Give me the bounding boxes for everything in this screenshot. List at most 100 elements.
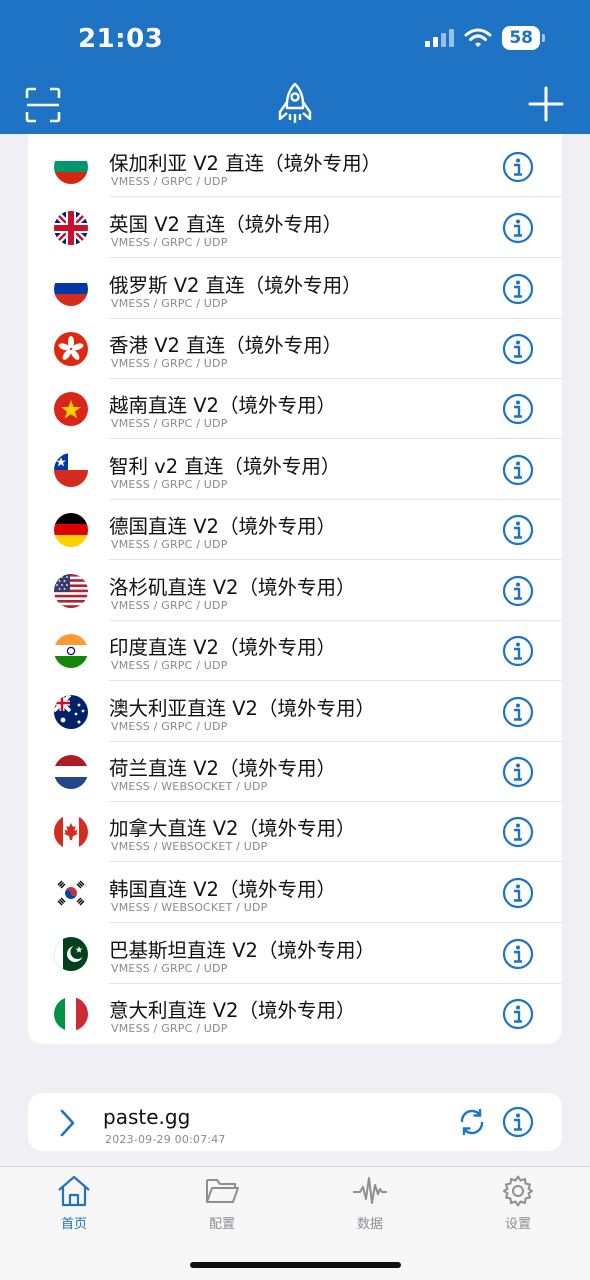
tab-settings[interactable]: 设置	[473, 1175, 563, 1232]
info-icon[interactable]	[502, 514, 534, 546]
server-name: 俄罗斯 V2 直连（境外专用）	[109, 274, 362, 297]
server-row[interactable]: 英国 V2 直连（境外专用） VMESS / GRPC / UDP	[28, 198, 562, 258]
canada-flag-icon	[54, 815, 88, 849]
row-divider	[109, 680, 562, 681]
server-name: 意大利直连 V2（境外专用）	[109, 999, 356, 1022]
refresh-icon[interactable]	[458, 1108, 486, 1136]
chile-flag-icon	[54, 453, 88, 487]
subscription-updated-time: 2023-09-29 00:07:47	[105, 1133, 226, 1146]
server-protocol: VMESS / GRPC / UDP	[111, 417, 228, 430]
server-name: 荷兰直连 V2（境外专用）	[109, 757, 336, 780]
chevron-right-icon[interactable]	[58, 1108, 78, 1138]
server-row[interactable]: 加拿大直连 V2（境外专用） VMESS / WEBSOCKET / UDP	[28, 802, 562, 862]
info-icon[interactable]	[502, 635, 534, 667]
subscription-group[interactable]: paste.gg 2023-09-29 00:07:47	[28, 1093, 562, 1151]
server-row[interactable]: 澳大利亚直连 V2（境外专用） VMESS / GRPC / UDP	[28, 682, 562, 742]
info-icon[interactable]	[502, 696, 534, 728]
tab-label: 首页	[60, 1217, 87, 1232]
server-protocol: VMESS / WEBSOCKET / UDP	[111, 840, 268, 853]
server-row[interactable]: 洛杉矶直连 V2（境外专用） VMESS / GRPC / UDP	[28, 561, 562, 621]
server-name: 德国直连 V2（境外专用）	[109, 515, 336, 538]
server-name: 香港 V2 直连（境外专用）	[109, 334, 343, 357]
server-name: 澳大利亚直连 V2（境外专用）	[109, 697, 375, 720]
info-icon[interactable]	[502, 151, 534, 183]
info-icon[interactable]	[502, 333, 534, 365]
server-row[interactable]: 韩国直连 V2（境外专用） VMESS / WEBSOCKET / UDP	[28, 863, 562, 923]
server-protocol: VMESS / GRPC / UDP	[111, 357, 228, 370]
app-header: 21:03 58	[0, 0, 590, 134]
status-time: 21:03	[78, 24, 164, 54]
info-icon[interactable]	[502, 575, 534, 607]
scan-icon	[25, 87, 61, 123]
server-protocol: VMESS / WEBSOCKET / UDP	[111, 780, 268, 793]
info-icon[interactable]	[502, 816, 534, 848]
server-name: 智利 v2 直连（境外专用）	[109, 455, 341, 478]
info-icon[interactable]	[502, 998, 534, 1030]
server-protocol: VMESS / GRPC / UDP	[111, 236, 228, 249]
server-protocol: VMESS / GRPC / UDP	[111, 175, 228, 188]
info-icon[interactable]	[502, 877, 534, 909]
server-row[interactable]: 智利 v2 直连（境外专用） VMESS / GRPC / UDP	[28, 440, 562, 500]
server-name: 洛杉矶直连 V2（境外专用）	[109, 576, 356, 599]
india-flag-icon	[54, 634, 88, 668]
row-divider	[109, 257, 562, 258]
connect-rocket-button[interactable]	[276, 82, 314, 126]
germany-flag-icon	[54, 513, 88, 547]
server-name: 巴基斯坦直连 V2（境外专用）	[109, 939, 375, 962]
server-row[interactable]: 巴基斯坦直连 V2（境外专用） VMESS / GRPC / UDP	[28, 924, 562, 984]
pulse-icon	[353, 1177, 387, 1204]
uk-flag-icon	[54, 211, 88, 245]
info-icon[interactable]	[502, 393, 534, 425]
tab-config[interactable]: 配置	[177, 1175, 267, 1232]
hongkong-flag-icon	[54, 332, 88, 366]
server-name: 保加利亚 V2 直连（境外专用）	[109, 152, 382, 175]
status-icons: 58	[424, 26, 545, 50]
row-divider	[109, 438, 562, 439]
server-protocol: VMESS / GRPC / UDP	[111, 478, 228, 491]
rocket-icon	[278, 82, 312, 123]
gear-icon	[503, 1175, 533, 1207]
wifi-icon	[464, 28, 492, 47]
server-protocol: VMESS / GRPC / UDP	[111, 1022, 228, 1035]
server-row[interactable]: 俄罗斯 V2 直连（境外专用） VMESS / GRPC / UDP	[28, 259, 562, 319]
server-row[interactable]: 印度直连 V2（境外专用） VMESS / GRPC / UDP	[28, 621, 562, 681]
add-button[interactable]	[526, 84, 566, 124]
tab-data[interactable]: 数据	[325, 1175, 415, 1232]
info-icon[interactable]	[502, 273, 534, 305]
plus-icon	[528, 86, 564, 122]
row-divider	[109, 196, 562, 197]
server-name: 越南直连 V2（境外专用）	[109, 394, 336, 417]
vietnam-flag-icon	[54, 392, 88, 426]
bulgaria-flag-icon	[54, 150, 88, 184]
row-divider	[109, 922, 562, 923]
server-row[interactable]: 意大利直连 V2（境外专用） VMESS / GRPC / UDP	[28, 984, 562, 1044]
server-list: 保加利亚 V2 直连（境外专用） VMESS / GRPC / UDP 英国 V…	[28, 134, 562, 1044]
server-name: 韩国直连 V2（境外专用）	[109, 878, 336, 901]
server-row[interactable]: 德国直连 V2（境外专用） VMESS / GRPC / UDP	[28, 500, 562, 560]
cellular-signal-icon	[425, 29, 455, 47]
scan-button[interactable]	[24, 86, 62, 124]
info-icon[interactable]	[502, 1106, 534, 1138]
server-row[interactable]: 香港 V2 直连（境外专用） VMESS / GRPC / UDP	[28, 319, 562, 379]
server-protocol: VMESS / GRPC / UDP	[111, 659, 228, 672]
info-icon[interactable]	[502, 212, 534, 244]
server-row[interactable]: 保加利亚 V2 直连（境外专用） VMESS / GRPC / UDP	[28, 137, 562, 197]
server-protocol: VMESS / GRPC / UDP	[111, 297, 228, 310]
netherlands-flag-icon	[54, 755, 88, 789]
korea-flag-icon	[54, 876, 88, 910]
tab-home[interactable]: 首页	[29, 1175, 119, 1232]
russia-flag-icon	[54, 272, 88, 306]
server-protocol: VMESS / GRPC / UDP	[111, 962, 228, 975]
battery-indicator: 58	[502, 26, 545, 50]
info-icon[interactable]	[502, 454, 534, 486]
server-row[interactable]: 越南直连 V2（境外专用） VMESS / GRPC / UDP	[28, 379, 562, 439]
italy-flag-icon	[54, 997, 88, 1031]
server-row[interactable]: 荷兰直连 V2（境外专用） VMESS / WEBSOCKET / UDP	[28, 742, 562, 802]
home-indicator	[190, 1262, 401, 1268]
row-divider	[109, 559, 562, 560]
row-divider	[109, 861, 562, 862]
server-name: 加拿大直连 V2（境外专用）	[109, 817, 356, 840]
info-icon[interactable]	[502, 756, 534, 788]
info-icon[interactable]	[502, 938, 534, 970]
server-protocol: VMESS / GRPC / UDP	[111, 720, 228, 733]
